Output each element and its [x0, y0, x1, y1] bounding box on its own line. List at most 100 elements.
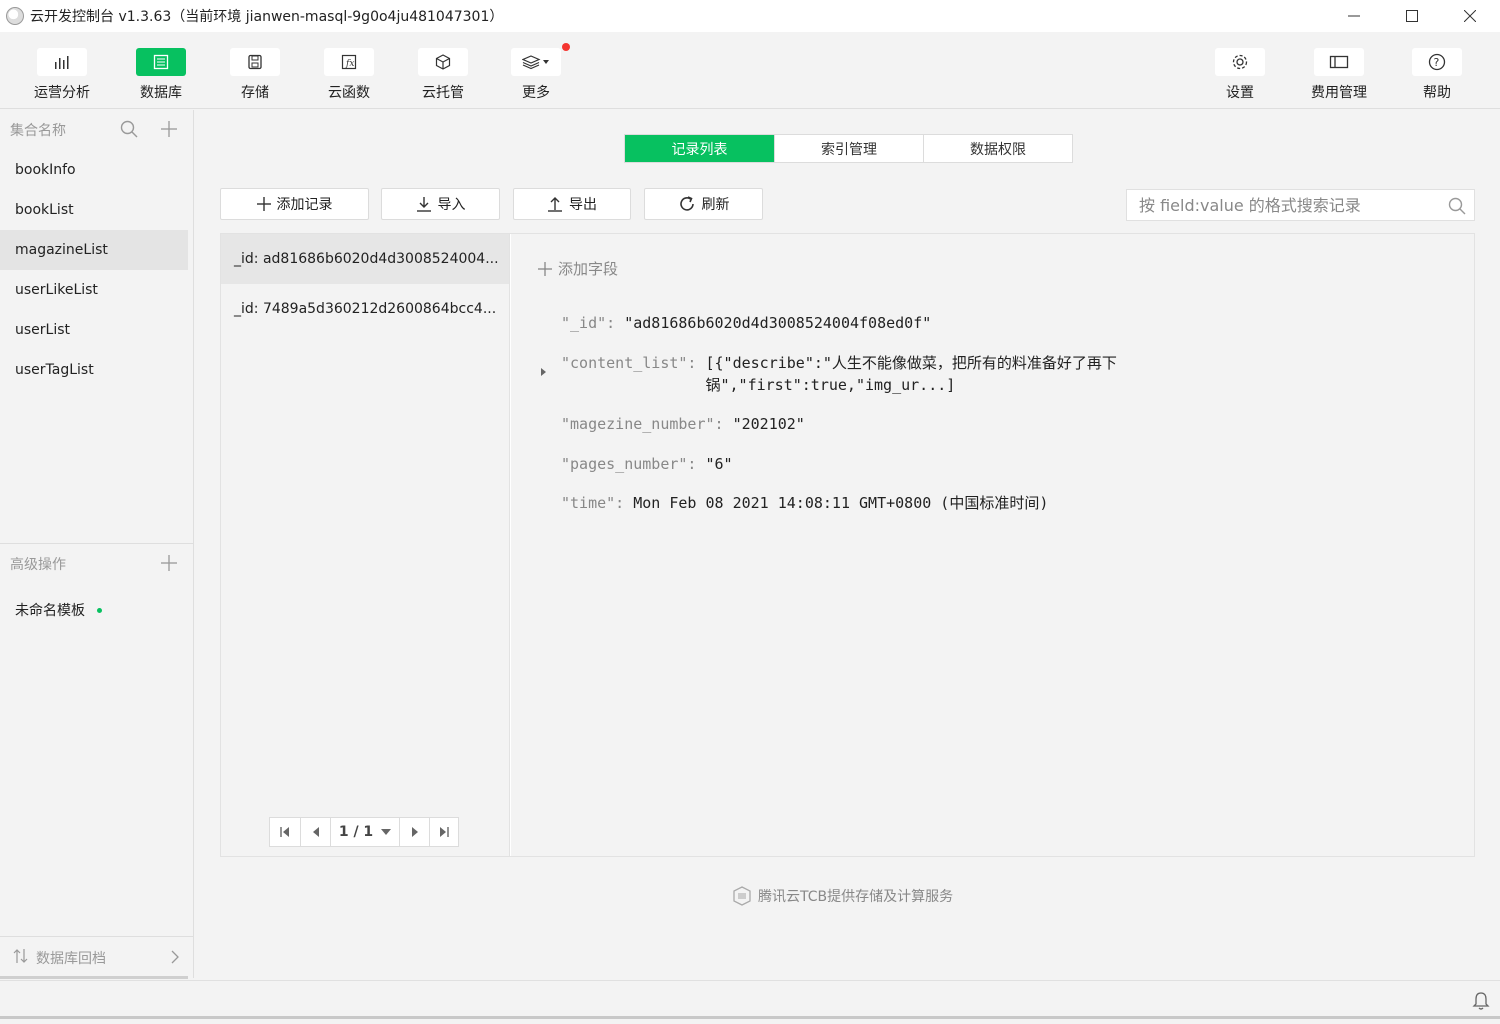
rollback-button[interactable]: 数据库回档 — [0, 936, 194, 978]
bell-icon[interactable] — [1472, 991, 1490, 1015]
field-value: "202102" — [732, 415, 805, 433]
record-search — [1126, 189, 1475, 221]
records-panel: _id: ad81686b6020d4d3008524004... _id: 7… — [220, 233, 1475, 857]
tool-label: 数据库 — [140, 85, 182, 101]
collection-item[interactable]: userList — [0, 310, 188, 350]
tool-label: 云函数 — [328, 85, 370, 101]
tencent-cloud-icon — [733, 886, 751, 906]
page-select[interactable]: 1 / 1 — [330, 818, 399, 846]
field-row[interactable]: "magezine_number": "202102" — [561, 413, 805, 435]
record-list: _id: ad81686b6020d4d3008524004... _id: 7… — [221, 234, 510, 856]
tool-analytics[interactable]: 运营分析 — [24, 48, 100, 102]
template-item[interactable]: 未命名模板 — [15, 600, 102, 620]
window-title: 云开发控制台 v1.3.63（当前环境 jianwen-masql-9g0o4j… — [30, 9, 504, 25]
next-page-button[interactable] — [399, 818, 429, 846]
sidebar-scrollbar[interactable] — [0, 976, 188, 979]
template-label: 未命名模板 — [15, 603, 85, 619]
field-row[interactable]: "time": Mon Feb 08 2021 14:08:11 GMT+080… — [561, 492, 1048, 514]
advanced-header: 高级操作 — [0, 544, 194, 584]
add-collection-icon[interactable] — [160, 120, 178, 142]
notification-badge — [562, 43, 570, 51]
svg-text:?: ? — [1434, 56, 1440, 69]
expand-arrow-icon[interactable] — [541, 368, 546, 376]
page-indicator: 1 / 1 — [338, 824, 374, 840]
title-bar: 云开发控制台 v1.3.63（当前环境 jianwen-masql-9g0o4j… — [0, 0, 1500, 32]
function-icon: fx — [324, 48, 374, 76]
close-button[interactable] — [1441, 0, 1499, 32]
plus-icon — [538, 261, 552, 276]
toolbar: 运营分析 数据库 存储 fx 云函数 云托管 更多 设置 费用管理 ? 帮助 — [0, 32, 1500, 109]
import-button[interactable]: 导入 — [381, 188, 500, 220]
layers-icon — [511, 43, 570, 76]
gear-icon — [1215, 48, 1265, 76]
search-icon[interactable] — [1448, 197, 1466, 219]
collection-item[interactable]: bookInfo — [0, 150, 188, 190]
search-input[interactable] — [1139, 195, 1439, 215]
field-row[interactable]: "pages_number": "6" — [561, 453, 733, 475]
help-icon: ? — [1412, 48, 1462, 76]
tool-billing[interactable]: 费用管理 — [1301, 48, 1377, 102]
tool-more[interactable]: 更多 — [498, 43, 574, 102]
field-key: "time": — [561, 494, 634, 512]
plus-icon — [256, 197, 271, 211]
tool-label: 设置 — [1226, 85, 1254, 101]
minimize-button[interactable] — [1325, 0, 1383, 32]
first-page-icon — [280, 827, 289, 837]
add-record-button[interactable]: 添加记录 — [220, 188, 369, 220]
prev-page-button[interactable] — [300, 818, 330, 846]
tab-bar: 记录列表 索引管理 数据权限 — [624, 134, 1073, 163]
database-icon — [136, 48, 186, 76]
app-logo-icon — [6, 7, 24, 25]
tab-records[interactable]: 记录列表 — [625, 135, 774, 162]
export-button[interactable]: 导出 — [513, 188, 631, 220]
minimize-icon — [1348, 15, 1360, 17]
list-item[interactable]: _id: ad81686b6020d4d3008524004... — [221, 234, 509, 284]
tool-cloud-hosting[interactable]: 云托管 — [405, 48, 481, 102]
field-key: "magezine_number": — [561, 415, 733, 433]
add-field-button[interactable]: 添加字段 — [538, 258, 618, 279]
tool-help[interactable]: ? 帮助 — [1399, 48, 1475, 102]
wallet-icon — [1314, 48, 1364, 76]
field-row[interactable]: "content_list": [{"describe":"人生不能像做菜，把所… — [561, 352, 1117, 396]
first-page-button[interactable] — [270, 818, 300, 846]
tool-label: 费用管理 — [1311, 85, 1367, 101]
provider-note: 腾讯云TCB提供存储及计算服务 — [732, 886, 953, 906]
collection-item[interactable]: bookList — [0, 190, 188, 230]
tool-storage[interactable]: 存储 — [217, 48, 293, 102]
field-row[interactable]: "_id": "ad81686b6020d4d3008524004f08ed0f… — [561, 312, 931, 334]
maximize-icon — [1406, 10, 1418, 22]
provider-text: 腾讯云TCB提供存储及计算服务 — [758, 889, 954, 905]
tab-permissions[interactable]: 数据权限 — [923, 135, 1072, 162]
upload-icon — [548, 197, 562, 212]
rollback-icon — [12, 948, 30, 968]
bar-chart-icon — [37, 48, 87, 76]
add-template-icon[interactable] — [160, 554, 178, 576]
tool-label: 存储 — [241, 85, 269, 101]
tool-label: 帮助 — [1423, 85, 1451, 101]
last-page-button[interactable] — [429, 818, 458, 846]
search-icon[interactable] — [120, 120, 138, 142]
field-key: "_id": — [561, 314, 625, 332]
close-icon — [1464, 10, 1476, 22]
record-detail: 添加字段 "_id": "ad81686b6020d4d3008524004f0… — [511, 234, 1474, 856]
refresh-button[interactable]: 刷新 — [644, 188, 763, 220]
prev-page-icon — [312, 827, 319, 837]
tool-label: 云托管 — [422, 85, 464, 101]
bottom-scrollbar[interactable] — [0, 1016, 1500, 1019]
tool-database[interactable]: 数据库 — [123, 48, 199, 102]
field-key: "pages_number": — [561, 455, 706, 473]
pagination: 1 / 1 — [269, 817, 459, 847]
tab-index[interactable]: 索引管理 — [774, 135, 923, 162]
field-value: "ad81686b6020d4d3008524004f08ed0f" — [624, 314, 932, 332]
collection-item[interactable]: userTagList — [0, 350, 188, 390]
tool-settings[interactable]: 设置 — [1202, 48, 1278, 102]
maximize-button[interactable] — [1383, 0, 1441, 32]
tool-cloud-function[interactable]: fx 云函数 — [311, 48, 387, 102]
field-value-continued: 锅","first":true,"img_ur...] — [705, 376, 956, 394]
field-key: "content_list": — [561, 354, 706, 372]
collection-item[interactable]: userLikeList — [0, 270, 188, 310]
sidebar: 集合名称 bookInfo bookList magazineList user… — [0, 110, 194, 978]
svg-text:fx: fx — [345, 59, 354, 69]
list-item[interactable]: _id: 7489a5d360212d2600864bcc4... — [221, 284, 509, 334]
collection-item[interactable]: magazineList — [0, 230, 188, 270]
